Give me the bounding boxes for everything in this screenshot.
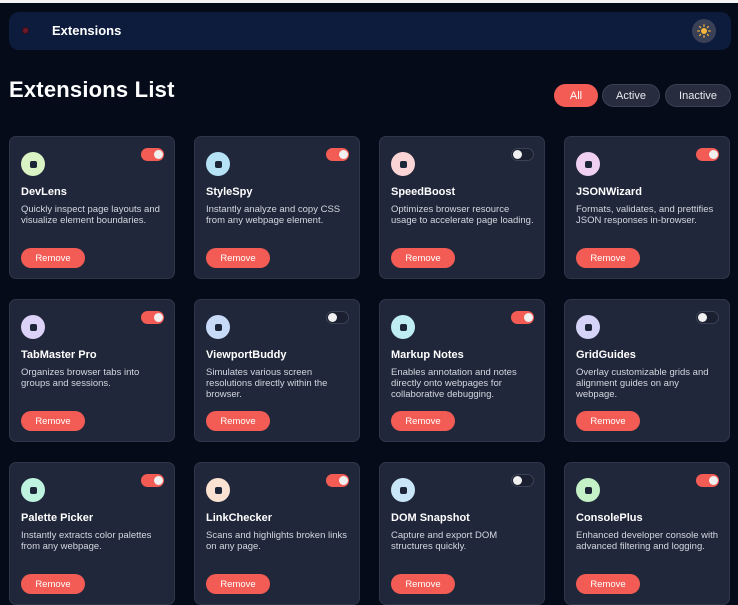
- toggle-knob: [154, 150, 163, 159]
- extension-card: ViewportBuddy Simulates various screen r…: [194, 299, 360, 442]
- remove-button[interactable]: Remove: [576, 248, 640, 268]
- remove-button[interactable]: Remove: [391, 248, 455, 268]
- markupnotes-icon: [391, 315, 415, 339]
- extension-toggle[interactable]: [326, 311, 349, 324]
- linkchecker-icon: [206, 478, 230, 502]
- remove-button[interactable]: Remove: [206, 411, 270, 431]
- remove-button[interactable]: Remove: [391, 574, 455, 594]
- extension-toggle[interactable]: [511, 148, 534, 161]
- remove-button[interactable]: Remove: [576, 411, 640, 431]
- extension-card: GridGuides Overlay customizable grids an…: [564, 299, 730, 442]
- page-title: Extensions List: [9, 77, 175, 102]
- consoleplus-icon: [576, 478, 600, 502]
- extension-card: Palette Picker Instantly extracts color …: [9, 462, 175, 605]
- domsnapshot-icon: [391, 478, 415, 502]
- filter-all-button[interactable]: All: [554, 84, 598, 107]
- toggle-knob: [709, 476, 718, 485]
- extension-toggle[interactable]: [696, 474, 719, 487]
- window-top-border: [0, 0, 738, 3]
- extension-toggle[interactable]: [141, 148, 164, 161]
- extension-name: TabMaster Pro: [21, 349, 97, 361]
- extension-toggle[interactable]: [141, 311, 164, 324]
- extension-toggle[interactable]: [511, 311, 534, 324]
- extension-description: Overlay customizable grids and alignment…: [576, 367, 709, 400]
- remove-button[interactable]: Remove: [391, 411, 455, 431]
- extension-name: SpeedBoost: [391, 186, 456, 198]
- speedboost-icon: [391, 152, 415, 176]
- extension-name: ConsolePlus: [576, 512, 643, 524]
- extension-card: LinkChecker Scans and highlights broken …: [194, 462, 360, 605]
- extension-card: DOM Snapshot Capture and export DOM stru…: [379, 462, 545, 605]
- extension-description: Instantly extracts color palettes from a…: [21, 530, 152, 552]
- extension-name: ViewportBuddy: [206, 349, 287, 361]
- logo-icon: [23, 28, 28, 33]
- filter-active-button[interactable]: Active: [602, 84, 660, 107]
- extension-description: Simulates various screen resolutions dir…: [206, 367, 328, 400]
- palettepicker-icon: [21, 478, 45, 502]
- extension-toggle[interactable]: [696, 148, 719, 161]
- extension-name: StyleSpy: [206, 186, 253, 198]
- extension-name: JSONWizard: [576, 186, 642, 198]
- toggle-knob: [698, 313, 707, 322]
- toggle-knob: [328, 313, 337, 322]
- extension-name: LinkChecker: [206, 512, 273, 524]
- sun-icon: [697, 24, 711, 38]
- extension-toggle[interactable]: [141, 474, 164, 487]
- extension-name: DevLens: [21, 186, 67, 198]
- extension-name: Markup Notes: [391, 349, 464, 361]
- extension-card: SpeedBoost Optimizes browser resource us…: [379, 136, 545, 279]
- app-title: Extensions: [52, 23, 122, 38]
- toggle-knob: [524, 313, 533, 322]
- extension-toggle[interactable]: [326, 474, 349, 487]
- extension-name: GridGuides: [576, 349, 636, 361]
- extension-description: Enables annotation and notes directly on…: [391, 367, 517, 400]
- toggle-knob: [709, 150, 718, 159]
- toggle-knob: [154, 313, 163, 322]
- remove-button[interactable]: Remove: [206, 248, 270, 268]
- remove-button[interactable]: Remove: [206, 574, 270, 594]
- extension-description: Formats, validates, and prettifies JSON …: [576, 204, 714, 226]
- tabmaster-icon: [21, 315, 45, 339]
- extension-toggle[interactable]: [696, 311, 719, 324]
- gridguides-icon: [576, 315, 600, 339]
- jsonwizard-icon: [576, 152, 600, 176]
- extension-card: DevLens Quickly inspect page layouts and…: [9, 136, 175, 279]
- stylespy-icon: [206, 152, 230, 176]
- extension-description: Optimizes browser resource usage to acce…: [391, 204, 534, 226]
- toggle-knob: [154, 476, 163, 485]
- extension-card: StyleSpy Instantly analyze and copy CSS …: [194, 136, 360, 279]
- extension-card: JSONWizard Formats, validates, and prett…: [564, 136, 730, 279]
- extension-toggle[interactable]: [511, 474, 534, 487]
- toggle-knob: [513, 150, 522, 159]
- extension-description: Instantly analyze and copy CSS from any …: [206, 204, 341, 226]
- top-navbar: Extensions: [9, 12, 731, 50]
- extension-toggle[interactable]: [326, 148, 349, 161]
- toggle-knob: [339, 476, 348, 485]
- extension-description: Scans and highlights broken links on any…: [206, 530, 348, 552]
- toggle-knob: [513, 476, 522, 485]
- extension-name: Palette Picker: [21, 512, 94, 524]
- extension-card: TabMaster Pro Organizes browser tabs int…: [9, 299, 175, 442]
- extension-name: DOM Snapshot: [391, 512, 470, 524]
- remove-button[interactable]: Remove: [576, 574, 640, 594]
- toggle-knob: [339, 150, 348, 159]
- extension-description: Quickly inspect page layouts and visuali…: [21, 204, 160, 226]
- extension-card: Markup Notes Enables annotation and note…: [379, 299, 545, 442]
- remove-button[interactable]: Remove: [21, 574, 85, 594]
- remove-button[interactable]: Remove: [21, 411, 85, 431]
- remove-button[interactable]: Remove: [21, 248, 85, 268]
- viewportbuddy-icon: [206, 315, 230, 339]
- extension-description: Enhanced developer console with advanced…: [576, 530, 719, 552]
- extension-description: Organizes browser tabs into groups and s…: [21, 367, 140, 389]
- theme-toggle-button[interactable]: [692, 19, 716, 43]
- extension-description: Capture and export DOM structures quickl…: [391, 530, 498, 552]
- filter-inactive-button[interactable]: Inactive: [665, 84, 731, 107]
- devlens-icon: [21, 152, 45, 176]
- extension-card: ConsolePlus Enhanced developer console w…: [564, 462, 730, 605]
